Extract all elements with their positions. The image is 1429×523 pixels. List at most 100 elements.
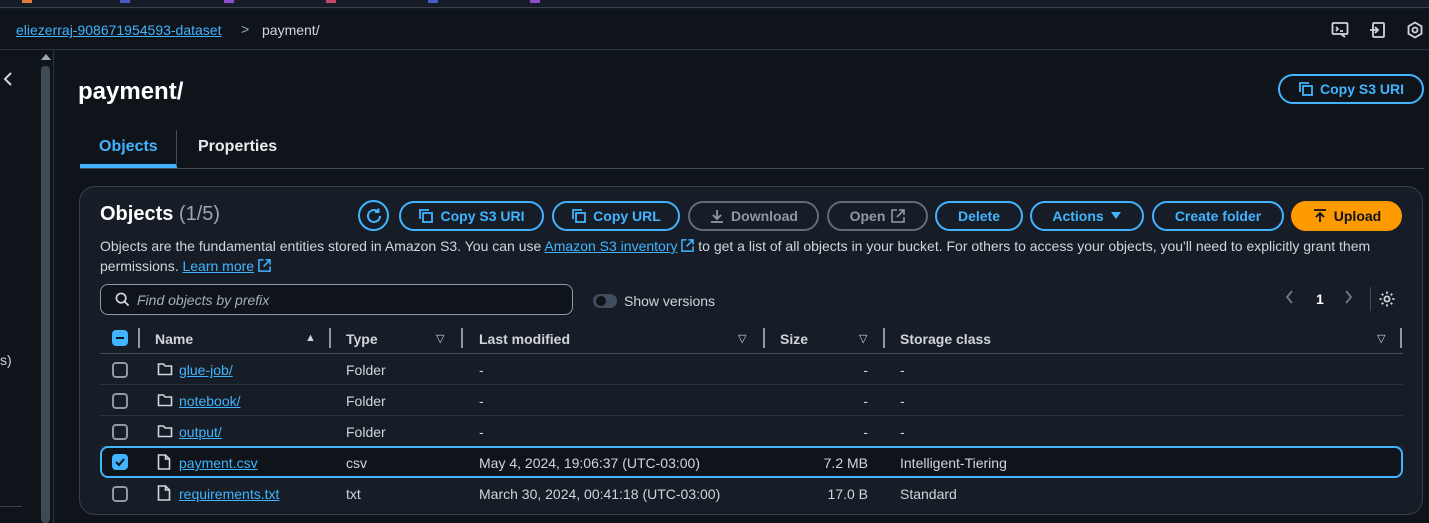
table-row[interactable]: glue-job/ Folder - - - (100, 354, 1403, 385)
console-logout-icon[interactable] (1369, 21, 1387, 39)
delete-button[interactable]: Delete (935, 201, 1023, 231)
row-checkbox[interactable] (112, 486, 128, 502)
refresh-icon (366, 208, 381, 223)
table-row[interactable]: requirements.txt txt March 30, 2024, 00:… (100, 478, 1403, 509)
check-icon (115, 458, 125, 467)
column-divider[interactable] (1400, 328, 1402, 348)
create-folder-label: Create folder (1174, 208, 1262, 224)
tab-marker (22, 0, 32, 3)
object-size: - (863, 362, 868, 378)
select-all-checkbox[interactable] (112, 330, 128, 346)
external-link-icon (891, 209, 906, 223)
page-title: payment/ (78, 78, 184, 105)
tab-marker (326, 0, 336, 3)
row-checkbox[interactable] (112, 362, 128, 378)
main-content: payment/ Copy S3 URI Objects Properties … (55, 51, 1429, 523)
external-link-icon (258, 259, 271, 272)
download-button[interactable]: Download (688, 201, 819, 231)
objects-description: Objects are the fundamental entities sto… (100, 236, 1390, 276)
object-last-modified: - (479, 362, 484, 378)
objects-panel: Objects (1/5) Copy S3 URI Copy URL Downl… (79, 186, 1423, 515)
scrollbar-thumb[interactable] (41, 66, 50, 523)
tab-objects[interactable]: Objects (80, 130, 177, 168)
folder-icon (157, 425, 173, 438)
settings-icon[interactable] (1406, 21, 1424, 39)
scrollbar[interactable] (38, 50, 54, 523)
table-row[interactable]: output/ Folder - - - (100, 416, 1403, 447)
chevron-right-icon (1345, 290, 1353, 304)
sort-icon[interactable]: ▽ (859, 332, 867, 345)
download-label: Download (731, 208, 798, 224)
create-folder-button[interactable]: Create folder (1152, 201, 1284, 231)
object-last-modified: March 30, 2024, 00:41:18 (UTC-03:00) (479, 486, 721, 502)
copy-s3-uri-header-button[interactable]: Copy S3 URI (1278, 74, 1424, 104)
column-divider[interactable] (883, 328, 885, 348)
column-header-last-modified[interactable]: Last modified (479, 331, 570, 347)
open-label: Open (849, 208, 886, 224)
column-header-type[interactable]: Type (346, 331, 378, 347)
tab-marker (224, 0, 234, 3)
file-icon (157, 454, 171, 470)
object-last-modified: - (479, 424, 484, 440)
column-header-name[interactable]: Name (155, 331, 193, 347)
object-name-link[interactable]: glue-job/ (179, 362, 233, 378)
copy-s3-uri-button[interactable]: Copy S3 URI (399, 201, 544, 231)
table-row-selected[interactable]: payment.csv csv May 4, 2024, 19:06:37 (U… (100, 446, 1403, 478)
actions-label: Actions (1052, 208, 1104, 224)
row-checkbox[interactable] (112, 454, 128, 470)
table-row[interactable]: notebook/ Folder - - - (100, 385, 1403, 416)
copy-url-button[interactable]: Copy URL (552, 201, 680, 231)
actions-dropdown-button[interactable]: Actions (1030, 201, 1144, 231)
cloudshell-icon[interactable] (1331, 21, 1349, 39)
copy-icon (572, 209, 587, 223)
upload-button[interactable]: Upload (1291, 201, 1402, 231)
search-input[interactable] (137, 290, 557, 310)
object-type: Folder (346, 424, 386, 440)
sort-icon[interactable]: ▽ (738, 332, 746, 345)
sort-icon[interactable]: ▽ (436, 332, 444, 345)
tab-divider (176, 130, 177, 166)
column-divider[interactable] (763, 328, 765, 348)
column-divider[interactable] (461, 328, 463, 348)
next-page-button[interactable] (1344, 290, 1353, 309)
object-name-link[interactable]: requirements.txt (179, 486, 279, 502)
s3-inventory-link[interactable]: Amazon S3 inventory (544, 238, 677, 254)
search-icon (115, 292, 130, 307)
object-size: 7.2 MB (823, 455, 868, 471)
object-storage-class: Intelligent-Tiering (900, 455, 1007, 471)
download-icon (711, 210, 724, 223)
show-versions-toggle[interactable] (593, 294, 617, 308)
row-checkbox[interactable] (112, 424, 128, 440)
object-name-link[interactable]: payment.csv (179, 455, 258, 471)
object-type: Folder (346, 362, 386, 378)
object-storage-class: Standard (900, 486, 957, 502)
refresh-button[interactable] (358, 200, 389, 231)
table-preferences-button[interactable] (1378, 290, 1396, 313)
tab-marker (530, 0, 540, 3)
breadcrumb-bucket-link[interactable]: eliezerraj-908671954593-dataset (16, 22, 221, 38)
nav-text-fragment: s) (0, 352, 12, 368)
row-checkbox[interactable] (112, 393, 128, 409)
tab-marker (120, 0, 130, 3)
column-divider[interactable] (329, 328, 331, 348)
sort-ascending-icon[interactable]: ▲ (305, 332, 316, 344)
object-last-modified: - (479, 393, 484, 409)
column-divider (138, 328, 140, 348)
breadcrumb-separator: > (241, 21, 250, 37)
learn-more-link[interactable]: Learn more (182, 258, 254, 274)
object-name-link[interactable]: output/ (179, 424, 222, 440)
column-header-storage-class[interactable]: Storage class (900, 331, 991, 347)
page-number[interactable]: 1 (1316, 291, 1324, 307)
previous-page-button[interactable] (1285, 290, 1294, 309)
browser-top-strip (0, 0, 1429, 8)
open-button[interactable]: Open (827, 201, 928, 231)
copy-icon (419, 209, 434, 223)
tab-properties[interactable]: Properties (179, 130, 296, 168)
object-name-link[interactable]: notebook/ (179, 393, 241, 409)
column-header-size[interactable]: Size (780, 331, 808, 347)
upload-label: Upload (1333, 208, 1382, 224)
collapse-nav-icon[interactable] (3, 70, 13, 91)
copy-s3-uri-label: Copy S3 URI (440, 208, 525, 224)
scroll-up-icon[interactable] (41, 54, 51, 60)
sort-icon[interactable]: ▽ (1377, 332, 1385, 345)
